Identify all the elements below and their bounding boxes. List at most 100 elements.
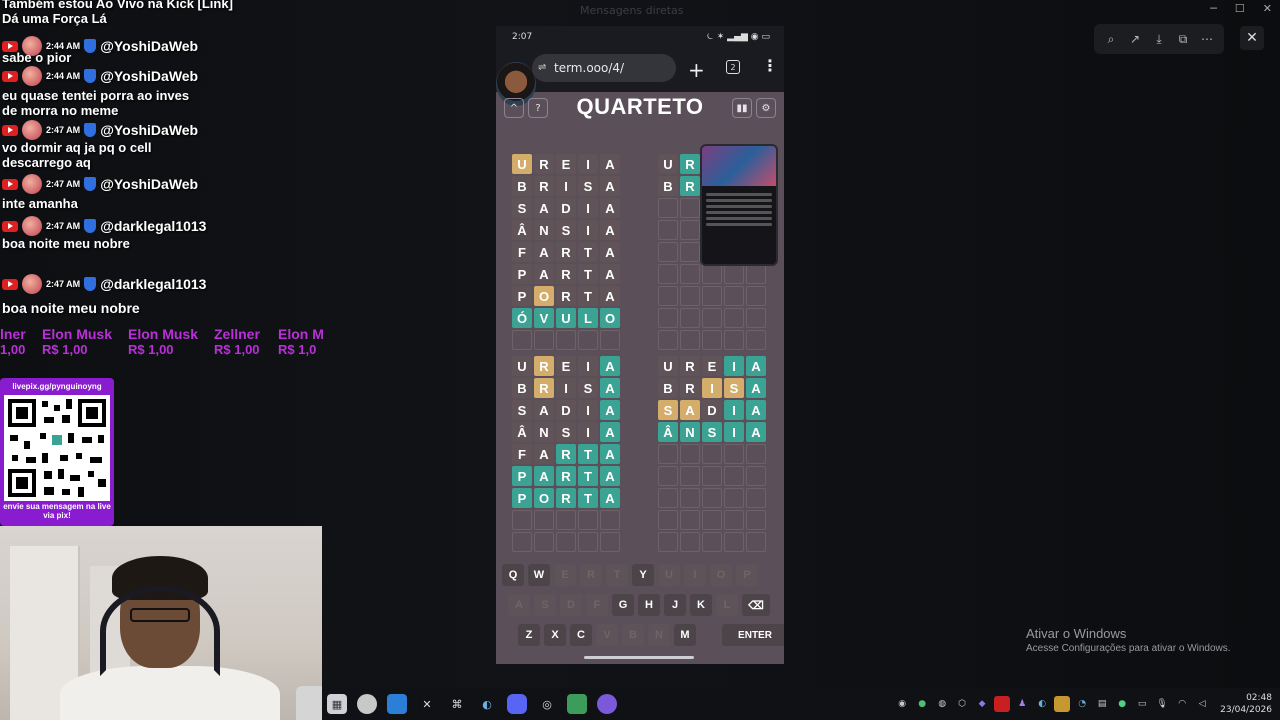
- tray-app-icon[interactable]: ♟: [1014, 696, 1030, 712]
- chat-message: sabe o pior: [2, 50, 71, 65]
- browser-menu-icon[interactable]: ⋮: [762, 56, 778, 75]
- url-bar[interactable]: ⇌ term.ooo/4/: [532, 54, 676, 82]
- obs-icon[interactable]: ◎: [537, 694, 557, 714]
- key-w[interactable]: W: [528, 564, 550, 586]
- key-a[interactable]: A: [508, 594, 530, 616]
- download-icon[interactable]: ⤓: [1150, 30, 1168, 48]
- steam-icon[interactable]: ◐: [477, 694, 497, 714]
- microphone-icon[interactable]: 🎙: [1154, 696, 1170, 712]
- tray-app-icon[interactable]: ◐: [1034, 696, 1050, 712]
- discord-icon[interactable]: [507, 694, 527, 714]
- letter-tile: L: [578, 308, 598, 328]
- more-icon[interactable]: ⋯: [1198, 30, 1216, 48]
- new-tab-button[interactable]: +: [688, 58, 705, 82]
- photos-icon[interactable]: [387, 694, 407, 714]
- xbox-icon[interactable]: ✕: [417, 694, 437, 714]
- key-h[interactable]: H: [638, 594, 660, 616]
- key-x[interactable]: X: [544, 624, 566, 646]
- tray-app-icon[interactable]: ◍: [934, 696, 950, 712]
- tray-app-icon[interactable]: ▤: [1094, 696, 1110, 712]
- key-t[interactable]: T: [606, 564, 628, 586]
- letter-tile: [746, 532, 766, 552]
- tray-app-icon[interactable]: [1054, 696, 1071, 712]
- pip-thumbnail: [702, 146, 776, 186]
- key-s[interactable]: S: [534, 594, 556, 616]
- donation-ticker: lner 1,00 Elon Musk R$ 1,00 Elon Musk R$ 1,…: [0, 326, 325, 362]
- key-f[interactable]: F: [586, 594, 608, 616]
- key-o[interactable]: O: [710, 564, 732, 586]
- volume-icon[interactable]: ◁: [1194, 696, 1210, 712]
- tray-app-icon[interactable]: ◔: [1074, 696, 1090, 712]
- key-i[interactable]: I: [684, 564, 706, 586]
- share-icon[interactable]: ↗: [1126, 30, 1144, 48]
- maximize-icon[interactable]: ☐: [1235, 2, 1245, 15]
- tabs-button[interactable]: 2: [726, 60, 740, 74]
- key-z[interactable]: Z: [518, 624, 540, 646]
- headset: [100, 586, 220, 676]
- tray-app-icon[interactable]: ◆: [974, 696, 990, 712]
- tray-app-icon[interactable]: ●: [914, 696, 930, 712]
- clock[interactable]: 02:48 23/04/2026: [1220, 692, 1272, 716]
- letter-tile: [680, 220, 700, 240]
- letter-tile: [702, 510, 722, 530]
- letter-tile: [556, 532, 576, 552]
- key-b[interactable]: B: [622, 624, 644, 646]
- open-external-icon[interactable]: ⧉: [1174, 30, 1192, 48]
- letter-tile: A: [746, 422, 766, 442]
- letter-tile: E: [702, 356, 722, 376]
- twitch-icon[interactable]: [597, 694, 617, 714]
- picture-in-picture-video[interactable]: [700, 144, 778, 266]
- key-y[interactable]: Y: [632, 564, 654, 586]
- close-window-icon[interactable]: ✕: [1263, 2, 1272, 15]
- gear-icon[interactable]: ⚙: [756, 98, 776, 118]
- letter-tile: T: [578, 466, 598, 486]
- donor-name: lner: [0, 326, 26, 342]
- key-v[interactable]: V: [596, 624, 618, 646]
- letter-tile: [724, 308, 744, 328]
- gamepad-icon[interactable]: ⌘: [447, 694, 467, 714]
- key-c[interactable]: C: [570, 624, 592, 646]
- letter-tile: R: [556, 242, 576, 262]
- key-n[interactable]: N: [648, 624, 670, 646]
- avatar: [22, 120, 42, 140]
- search-icon[interactable]: [357, 694, 377, 714]
- pix-call-to-action: envie sua mensagem na live via pix!: [3, 502, 111, 520]
- letter-tile: B: [658, 378, 678, 398]
- tray-app-icon[interactable]: ●: [1114, 696, 1130, 712]
- key-g[interactable]: G: [612, 594, 634, 616]
- viewer-close-button[interactable]: ✕: [1240, 26, 1264, 50]
- tray-app-icon[interactable]: ⬡: [954, 696, 970, 712]
- letter-tile: [680, 308, 700, 328]
- key-r[interactable]: R: [580, 564, 602, 586]
- tray-app-icon[interactable]: [994, 696, 1011, 712]
- window-controls[interactable]: ─ ☐ ✕: [1210, 2, 1272, 15]
- site-info-icon[interactable]: ⇌: [538, 62, 546, 73]
- key-d[interactable]: D: [560, 594, 582, 616]
- backspace-icon[interactable]: ⌫: [742, 594, 770, 616]
- letter-tile: [702, 308, 722, 328]
- start-menu-icon[interactable]: ▦: [327, 694, 347, 714]
- tray-app-icon[interactable]: ◉: [894, 696, 910, 712]
- key-p[interactable]: P: [736, 564, 758, 586]
- letter-tile: A: [600, 378, 620, 398]
- key-k[interactable]: K: [690, 594, 712, 616]
- key-u[interactable]: U: [658, 564, 680, 586]
- letter-tile: O: [600, 308, 620, 328]
- donor-name: Elon Musk: [128, 326, 199, 342]
- minimize-icon[interactable]: ─: [1210, 2, 1217, 15]
- key-m[interactable]: M: [674, 624, 696, 646]
- zoom-icon[interactable]: ⌕: [1102, 30, 1120, 48]
- network-icon[interactable]: ▭: [1134, 696, 1150, 712]
- home-indicator: [584, 656, 694, 659]
- key-q[interactable]: Q: [502, 564, 524, 586]
- wifi-icon[interactable]: ◠: [1174, 696, 1190, 712]
- board-row: [658, 488, 766, 508]
- letter-tile: R: [556, 488, 576, 508]
- key-e[interactable]: E: [554, 564, 576, 586]
- key-l[interactable]: L: [716, 594, 738, 616]
- stats-icon[interactable]: ▮▮: [732, 98, 752, 118]
- letter-tile: Â: [512, 422, 532, 442]
- app-icon[interactable]: [567, 694, 587, 714]
- key-j[interactable]: J: [664, 594, 686, 616]
- enter-button[interactable]: ENTER: [722, 624, 784, 646]
